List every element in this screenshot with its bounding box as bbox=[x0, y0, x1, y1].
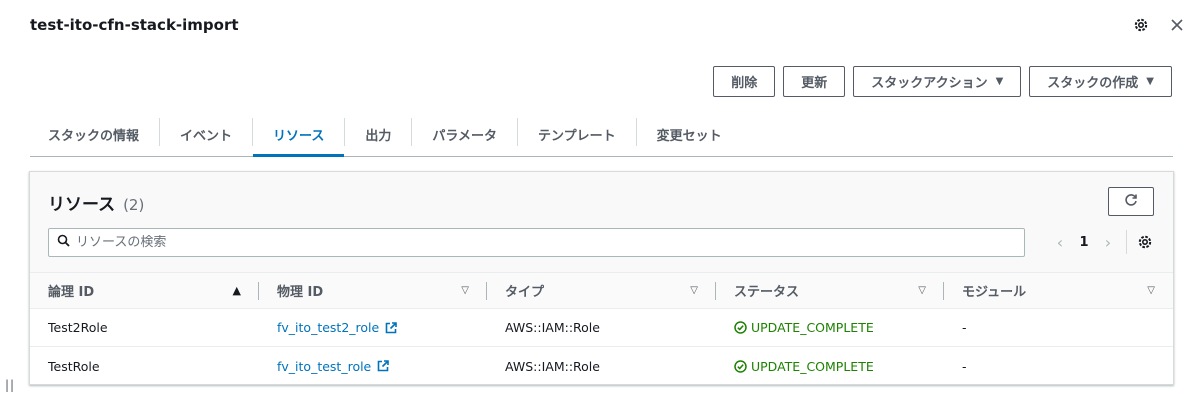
status-text: UPDATE_COMPLETE bbox=[751, 358, 874, 374]
sort-icon: ▽ bbox=[690, 285, 698, 296]
stack-actions-bar: 削除 更新 スタックアクション ▼ スタックの作成 ▼ bbox=[713, 66, 1172, 97]
column-label: モジュール bbox=[962, 285, 1027, 300]
sort-icon: ▽ bbox=[461, 285, 469, 296]
tab-events[interactable]: イベント bbox=[160, 112, 252, 156]
resources-count: (2) bbox=[123, 196, 145, 214]
page-title: test-ito-cfn-stack-import bbox=[30, 16, 239, 34]
tab-change-sets[interactable]: 変更セット bbox=[637, 112, 742, 156]
physical-id-text: fv_ito_test_role bbox=[277, 358, 372, 374]
create-stack-label: スタックの作成 bbox=[1047, 76, 1139, 91]
column-label: ステータス bbox=[734, 285, 800, 300]
drag-handle-icon[interactable]: || bbox=[5, 378, 15, 392]
delete-button[interactable]: 削除 bbox=[713, 66, 776, 97]
tab-resources[interactable]: リソース bbox=[253, 112, 345, 157]
delete-label: 削除 bbox=[731, 76, 758, 91]
stack-tabs: スタックの情報 イベント リソース 出力 パラメータ テンプレート 変更セット bbox=[30, 112, 1173, 157]
resources-title-text: リソース bbox=[48, 195, 116, 215]
stack-actions-button[interactable]: スタックアクション ▼ bbox=[853, 66, 1022, 97]
table-row: TestRole fv_ito_test_role AWS::IAM::Role… bbox=[30, 347, 1173, 385]
column-module[interactable]: モジュール ▽ bbox=[944, 273, 1173, 308]
tab-parameters[interactable]: パラメータ bbox=[412, 112, 517, 156]
external-link-icon bbox=[385, 321, 398, 334]
tab-outputs[interactable]: 出力 bbox=[345, 112, 411, 156]
resources-panel-header: リソース (2) ‹ 1 › bbox=[30, 172, 1173, 273]
sort-icon: ▽ bbox=[918, 285, 926, 296]
header-icons bbox=[1132, 16, 1186, 34]
close-icon[interactable] bbox=[1168, 16, 1186, 34]
refresh-icon bbox=[1124, 193, 1138, 211]
column-label: 物理 ID bbox=[277, 285, 324, 300]
physical-id-link[interactable]: fv_ito_test_role bbox=[277, 358, 390, 374]
chevron-left-icon[interactable]: ‹ bbox=[1050, 233, 1070, 252]
caret-down-icon: ▼ bbox=[995, 76, 1004, 87]
resource-search[interactable] bbox=[48, 228, 1025, 257]
search-input[interactable] bbox=[76, 235, 976, 250]
column-type[interactable]: タイプ ▽ bbox=[487, 273, 716, 308]
status-indicator: UPDATE_COMPLETE bbox=[734, 320, 874, 335]
tab-stack-info[interactable]: スタックの情報 bbox=[30, 112, 159, 156]
table-settings-icon[interactable] bbox=[1137, 234, 1153, 250]
success-check-icon bbox=[734, 321, 747, 334]
sort-ascending-icon: ▲ bbox=[232, 284, 241, 297]
resources-panel: リソース (2) ‹ 1 › 論理 ID ▲ 物理 ID ▽ bbox=[29, 171, 1174, 385]
tab-template[interactable]: テンプレート bbox=[518, 112, 636, 156]
table-header: 論理 ID ▲ 物理 ID ▽ タイプ ▽ ステータス ▽ モジュール ▽ bbox=[30, 273, 1173, 309]
pager-divider bbox=[1126, 230, 1127, 254]
stack-actions-label: スタックアクション bbox=[871, 76, 988, 91]
pagination: ‹ 1 › bbox=[1050, 230, 1153, 254]
status-indicator: UPDATE_COMPLETE bbox=[734, 359, 874, 374]
table-row: Test2Role fv_ito_test2_role AWS::IAM::Ro… bbox=[30, 309, 1173, 347]
physical-id-cell: fv_ito_test_role bbox=[259, 347, 487, 385]
column-label: タイプ bbox=[505, 285, 545, 300]
external-link-icon bbox=[377, 360, 390, 372]
update-label: 更新 bbox=[801, 76, 828, 91]
physical-id-cell: fv_ito_test2_role bbox=[259, 309, 487, 346]
create-stack-button[interactable]: スタックの作成 ▼ bbox=[1029, 66, 1172, 97]
column-status[interactable]: ステータス ▽ bbox=[716, 273, 944, 308]
physical-id-link[interactable]: fv_ito_test2_role bbox=[277, 320, 398, 335]
logical-id-cell: Test2Role bbox=[48, 320, 108, 335]
status-cell: UPDATE_COMPLETE bbox=[716, 347, 944, 385]
resources-title: リソース (2) bbox=[48, 190, 144, 215]
search-icon bbox=[57, 234, 70, 251]
type-cell: AWS::IAM::Role bbox=[505, 358, 600, 374]
sort-icon: ▽ bbox=[1147, 285, 1155, 296]
column-label: 論理 ID bbox=[48, 285, 95, 300]
gear-icon[interactable] bbox=[1132, 16, 1150, 34]
page-number[interactable]: 1 bbox=[1070, 235, 1098, 250]
resources-table: 論理 ID ▲ 物理 ID ▽ タイプ ▽ ステータス ▽ モジュール ▽ Test2Ro… bbox=[30, 273, 1173, 385]
caret-down-icon: ▼ bbox=[1146, 76, 1154, 87]
update-button[interactable]: 更新 bbox=[783, 66, 846, 97]
chevron-right-icon[interactable]: › bbox=[1098, 233, 1118, 252]
status-text: UPDATE_COMPLETE bbox=[751, 320, 874, 335]
column-physical-id[interactable]: 物理 ID ▽ bbox=[259, 273, 487, 308]
status-cell: UPDATE_COMPLETE bbox=[716, 309, 944, 346]
module-cell: - bbox=[962, 320, 967, 335]
type-cell: AWS::IAM::Role bbox=[505, 320, 600, 335]
refresh-button[interactable] bbox=[1108, 187, 1154, 216]
physical-id-text: fv_ito_test2_role bbox=[277, 320, 380, 335]
module-cell: - bbox=[962, 358, 967, 374]
logical-id-cell: TestRole bbox=[48, 358, 100, 374]
column-logical-id[interactable]: 論理 ID ▲ bbox=[30, 273, 259, 308]
success-check-icon bbox=[734, 359, 747, 373]
